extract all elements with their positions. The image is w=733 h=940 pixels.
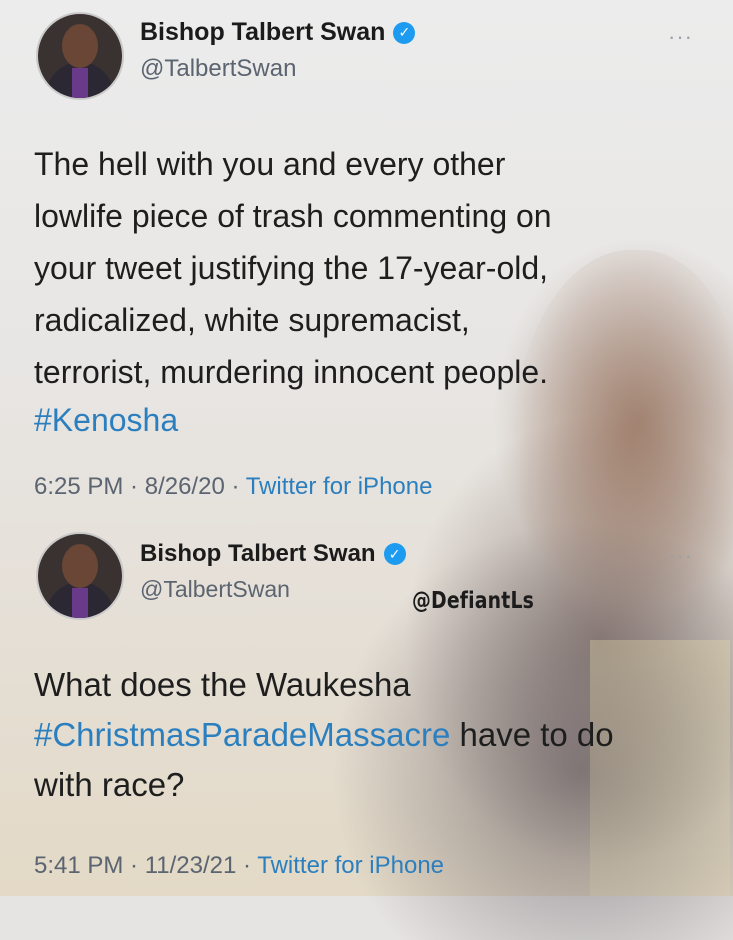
avatar[interactable]	[36, 12, 124, 100]
tweet-metadata: 5:41 PM · 11/23/21 · Twitter for iPhone	[34, 852, 444, 880]
author-name[interactable]: Bishop Talbert Swan ✓	[140, 18, 416, 47]
meta-separator: ·	[123, 852, 145, 879]
author-name-text[interactable]: Bishop Talbert Swan	[140, 540, 376, 568]
tweet-text-line: What does the Waukesha	[34, 666, 411, 703]
author-handle[interactable]: @TalbertSwan	[140, 576, 290, 603]
tweet-time[interactable]: 6:25 PM	[34, 473, 123, 500]
hashtag-link[interactable]: #ChristmasParadeMassacre	[34, 716, 450, 753]
tweet-text: What does the Waukesha #ChristmasParadeM…	[34, 660, 714, 810]
avatar-face	[62, 24, 98, 68]
tweet-text-line: with race?	[34, 766, 185, 803]
author-handle[interactable]: @TalbertSwan	[140, 55, 296, 83]
tweet-source-link[interactable]: Twitter for iPhone	[246, 473, 433, 500]
tweet-text-line: lowlife piece of trash commenting on	[34, 198, 552, 234]
meta-separator: ·	[224, 473, 246, 500]
verified-badge-icon: ✓	[383, 543, 406, 565]
author-name-text[interactable]: Bishop Talbert Swan	[140, 18, 385, 47]
tweet-date[interactable]: 8/26/20	[145, 473, 225, 500]
tweet-text-line: #ChristmasParadeMassacre have to do	[34, 710, 714, 760]
tweet-text: The hell with you and every other lowlif…	[34, 138, 714, 398]
tweet-source-link[interactable]: Twitter for iPhone	[257, 852, 444, 879]
tweet-text-fragment: have to do	[450, 716, 614, 753]
tweet-metadata: 6:25 PM · 8/26/20 · Twitter for iPhone	[34, 473, 432, 501]
tweet-text-line: terrorist, murdering innocent people.	[34, 354, 549, 390]
author-name[interactable]: Bishop Talbert Swan ✓	[140, 540, 406, 568]
tweet-date[interactable]: 11/23/21	[145, 852, 237, 879]
avatar-face	[62, 544, 98, 588]
avatar-stole	[72, 68, 88, 98]
tweet-text-line: The hell with you and every other	[34, 146, 506, 182]
verified-badge-icon: ✓	[393, 21, 416, 44]
meta-separator: ·	[236, 852, 258, 879]
meta-separator: ·	[123, 473, 145, 500]
more-options-icon[interactable]: ···	[668, 543, 693, 569]
hashtag-link[interactable]: #Kenosha	[34, 402, 178, 439]
tweet-text-line: radicalized, white supremacist,	[34, 302, 470, 338]
tweet-time[interactable]: 5:41 PM	[34, 852, 123, 879]
avatar[interactable]	[36, 532, 124, 620]
watermark-text: @DefiantLs	[412, 588, 535, 614]
more-options-icon[interactable]: ···	[668, 24, 693, 50]
avatar-stole	[72, 588, 88, 618]
tweet-text-line: your tweet justifying the 17-year-old,	[34, 250, 549, 286]
